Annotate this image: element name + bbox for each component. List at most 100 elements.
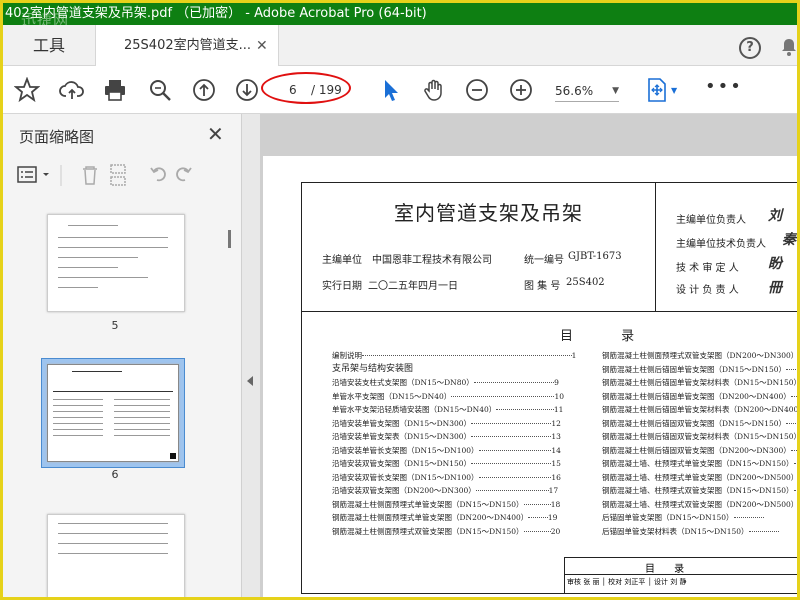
toc-entry-text: 沿墙安装单管支架表（DN15～DN300） — [332, 432, 472, 441]
date-label: 实行日期 — [322, 281, 362, 292]
page-thumbnail-5[interactable] — [47, 214, 185, 312]
options-menu-icon[interactable] — [17, 166, 49, 183]
select-cursor-icon[interactable] — [377, 77, 403, 103]
toc-entry-page: 17 — [548, 486, 559, 495]
toc-leader — [523, 530, 551, 532]
zoom-search-icon[interactable] — [147, 77, 173, 103]
thumbnail-scrollbar[interactable] — [225, 202, 235, 597]
toc-entry: 钢筋混凝土柱侧后锚固双管支架材料表（DN15～DN150） — [602, 430, 797, 444]
toc-entry: 钢筋混凝土墙、柱预埋式单管支架图（DN15～DN150） — [602, 457, 797, 471]
toc-leader — [475, 490, 549, 491]
tab-document[interactable]: 25S402室内管道支... ✕ — [95, 25, 279, 66]
toc-leader — [733, 517, 764, 518]
toc-leader — [528, 517, 548, 518]
collapse-arrow-icon[interactable] — [247, 376, 253, 386]
toc-entry: 沿墙安装支柱式支架图（DN15～DN80） 9 — [332, 376, 576, 390]
toc-entry: 钢筋混凝土柱侧后锚固单管支架图（DN15～DN150） — [602, 363, 797, 377]
cloud-upload-icon[interactable] — [59, 77, 85, 103]
toc-entry: 钢筋混凝土柱侧面预埋式单管支架图（DN200～DN400） 19 — [332, 511, 576, 525]
title-block-heading: 目 录 — [645, 564, 693, 575]
toc-left-column: 编制说明 1 支吊架与结构安装图 沿墙安装支柱式支架图（DN15～DN80） 9 单管水平… — [332, 349, 576, 538]
hand-tool-icon[interactable] — [421, 77, 447, 103]
close-tab-icon[interactable]: ✕ — [256, 25, 268, 67]
toc-entry: 钢筋混凝土柱侧后锚固双管支架图（DN15～DN150） — [602, 417, 797, 431]
signature: 盼 — [768, 256, 782, 272]
panel-toolbar — [15, 162, 215, 188]
toc-entry: 后锚固单管支架图（DN15～DN150） — [602, 511, 797, 525]
help-icon[interactable]: ? — [739, 37, 761, 59]
rotate-right-icon[interactable] — [176, 167, 192, 182]
chevron-down-icon: ▼ — [612, 86, 619, 96]
document-view[interactable]: 室内管道支架及吊架 主编单位 中国恩菲工程技术有限公司 统一编号 GJBT-16… — [260, 114, 797, 597]
toc-entry-page: 16 — [551, 472, 561, 482]
toc-entry-page: 19 — [547, 513, 558, 522]
toc-entry: 钢筋混凝土墙、柱预埋式双管支架图（DN15～DN150） — [602, 484, 797, 498]
toc-entry: 钢筋混凝土柱侧后锚固单管支架图（DN200～DN400） — [602, 390, 797, 404]
toc-entry-text: 后锚固单管支架材料表（DN15～DN150） — [602, 526, 749, 536]
tab-bar: 工具 25S402室内管道支... ✕ ? — [3, 25, 797, 66]
zoom-level-select[interactable]: 56.6% ▼ — [555, 81, 619, 102]
toc-entry-text: 钢筋混凝土柱侧面预埋式双管支架图（DN200～DN300） — [602, 351, 797, 360]
toc-entry-page: 20 — [550, 526, 561, 536]
page-thumbnail-6[interactable] — [47, 364, 179, 462]
toc-leader — [471, 436, 552, 437]
title-bar: 402室内管道支架及吊架.pdf （已加密） - Adobe Acrobat P… — [3, 3, 797, 25]
close-panel-icon[interactable]: ✕ — [207, 122, 224, 146]
bell-icon[interactable] — [779, 37, 797, 57]
page-thumbnail-7[interactable] — [47, 514, 185, 597]
toc-entry: 钢筋混凝土墙、柱预埋式单管支架图（DN200～DN500） — [602, 471, 797, 485]
fit-page-icon[interactable] — [644, 77, 670, 103]
toc-entry-page: 18 — [550, 499, 561, 509]
toc-entry-text: 编制说明 — [332, 351, 362, 360]
next-page-icon[interactable] — [234, 77, 260, 103]
toc-entry-text: 沿墙安装双管长支架图（DN15～DN100） — [332, 472, 479, 482]
toc-leader — [790, 395, 797, 397]
toc-leader — [478, 449, 552, 451]
toc-entry: 钢筋混凝土柱侧后锚固单管支架材料表（DN15～DN150） — [602, 376, 797, 390]
toc-entry-text: 沿墙安装双管支架图（DN200～DN300） — [332, 486, 476, 495]
toc-leader — [793, 463, 797, 464]
scroll-thumb[interactable] — [228, 230, 231, 248]
document-title: 室内管道支架及吊架 — [394, 201, 583, 225]
title-block-cells: 审核 张 丽 │ 校对 刘正平 │ 设计 刘 静 — [567, 578, 687, 586]
panel-splitter[interactable] — [242, 114, 260, 597]
tab-document-label: 25S402室内管道支... — [124, 38, 252, 53]
toc-entry: 后锚固单管支架材料表（DN15～DN150） — [602, 525, 797, 539]
print-icon[interactable] — [102, 77, 128, 103]
toc-entry-page: 12 — [551, 418, 561, 428]
star-icon[interactable] — [13, 76, 41, 103]
toc-entry: 沿墙安装双管支架图（DN200～DN300） 17 — [332, 484, 576, 498]
tab-tools[interactable]: 工具 — [3, 25, 95, 65]
toc-leader — [473, 382, 555, 383]
toc-entry-text: 钢筋混凝土墙、柱预埋式单管支架图（DN15～DN150） — [602, 459, 794, 468]
trash-icon[interactable] — [83, 166, 97, 185]
toc-entry-text: 钢筋混凝土柱侧后锚固单管支架材料表（DN200～DN400） — [602, 405, 797, 414]
toc-leader — [451, 395, 555, 397]
extract-page-icon[interactable] — [110, 164, 126, 186]
signature: 刘 — [768, 208, 782, 224]
toc-entry: 支吊架与结构安装图 — [332, 363, 576, 377]
toc-entry: 沿墙安装单管长支架图（DN15～DN100） 14 — [332, 444, 576, 458]
red-highlight-oval — [261, 72, 351, 104]
toc-entry-text: 钢筋混凝土柱侧面预埋式单管支架图（DN15～DN150） — [332, 499, 524, 509]
toc-leader — [496, 409, 554, 410]
previous-page-icon[interactable] — [191, 77, 217, 103]
toc-entry: 沿墙安装双管支架图（DN15～DN150） 15 — [332, 457, 576, 471]
toc-leader — [748, 530, 779, 532]
toc-leader — [786, 422, 797, 424]
toc-entry-text: 后锚固单管支架图（DN15～DN150） — [602, 513, 734, 522]
zoom-in-icon[interactable] — [508, 77, 534, 103]
role-label: 主编单位技术负责人 — [676, 239, 766, 250]
toc-entry-text: 单管水平支架图（DN15～DN40） — [332, 391, 452, 401]
toc-entry-text: 钢筋混凝土柱侧后锚固单管支架材料表（DN15～DN150） — [602, 378, 797, 387]
rotate-left-icon[interactable] — [150, 167, 166, 182]
toc-leader — [786, 368, 797, 370]
zoom-out-icon[interactable] — [464, 77, 490, 103]
fit-dropdown-icon[interactable]: ▼ — [671, 86, 677, 95]
toc-leader — [362, 355, 572, 356]
toc-entry-text: 钢筋混凝土柱侧后锚固双管支架图（DN200～DN300） — [602, 445, 791, 455]
toc-leader — [471, 422, 552, 424]
more-options-icon[interactable]: ••• — [705, 76, 743, 97]
toc-leader — [471, 463, 552, 464]
toc-leader — [523, 503, 551, 505]
